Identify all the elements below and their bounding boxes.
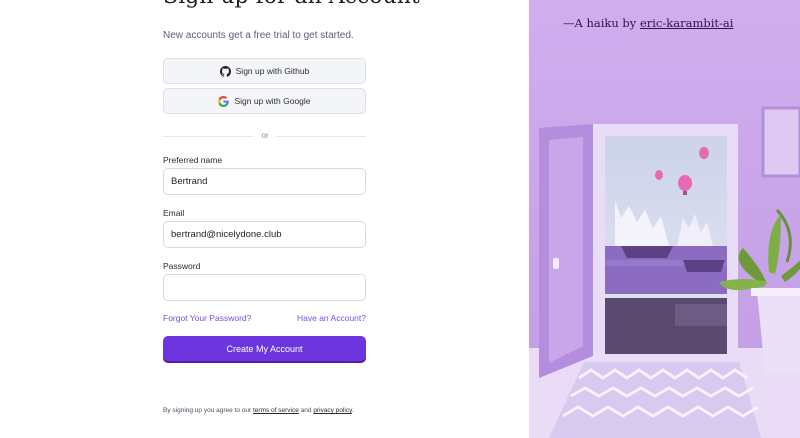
github-icon xyxy=(219,65,231,77)
have-account-link[interactable]: Have an Account? xyxy=(297,313,366,323)
google-icon xyxy=(218,95,230,107)
divider-line-left xyxy=(163,136,253,137)
page-title: Sign up for an Account xyxy=(163,0,420,9)
legal-prefix: By signing up you agree to our xyxy=(163,407,252,414)
haiku-credit-prefix: —A haiku by xyxy=(563,16,637,30)
legal-and: and xyxy=(300,407,312,414)
page-subtitle: New accounts get a free trial to get sta… xyxy=(163,30,354,41)
terms-of-service-link[interactable]: terms of service xyxy=(253,407,299,414)
legal-notice: By signing up you agree to our terms of … xyxy=(163,407,354,414)
signup-panel: Sign up for an Account New accounts get … xyxy=(0,0,529,438)
password-field[interactable] xyxy=(163,274,366,301)
forgot-password-link[interactable]: Forgot Your Password? xyxy=(163,313,251,323)
create-account-button[interactable]: Create My Account xyxy=(163,336,366,361)
divider-line-right xyxy=(276,136,366,137)
legal-suffix: . xyxy=(351,407,354,414)
email-field[interactable] xyxy=(163,221,366,248)
github-signup-button[interactable]: Sign up with Github xyxy=(163,58,366,84)
haiku-credit: —A haiku by eric-karambit-ai xyxy=(563,16,733,30)
door-illustration xyxy=(529,0,800,438)
name-field[interactable] xyxy=(163,168,366,195)
github-button-label: Sign up with Github xyxy=(235,66,310,76)
email-label: Email xyxy=(163,208,185,218)
password-label: Password xyxy=(163,261,201,271)
privacy-policy-link[interactable]: privacy policy xyxy=(313,407,352,414)
google-button-label: Sign up with Google xyxy=(234,96,311,106)
name-label: Preferred name xyxy=(163,155,223,165)
google-signup-button[interactable]: Sign up with Google xyxy=(163,88,366,114)
haiku-author-link[interactable]: eric-karambit-ai xyxy=(640,16,733,30)
divider-or: or xyxy=(261,131,269,140)
illustration-panel: —A haiku by eric-karambit-ai xyxy=(529,0,800,438)
